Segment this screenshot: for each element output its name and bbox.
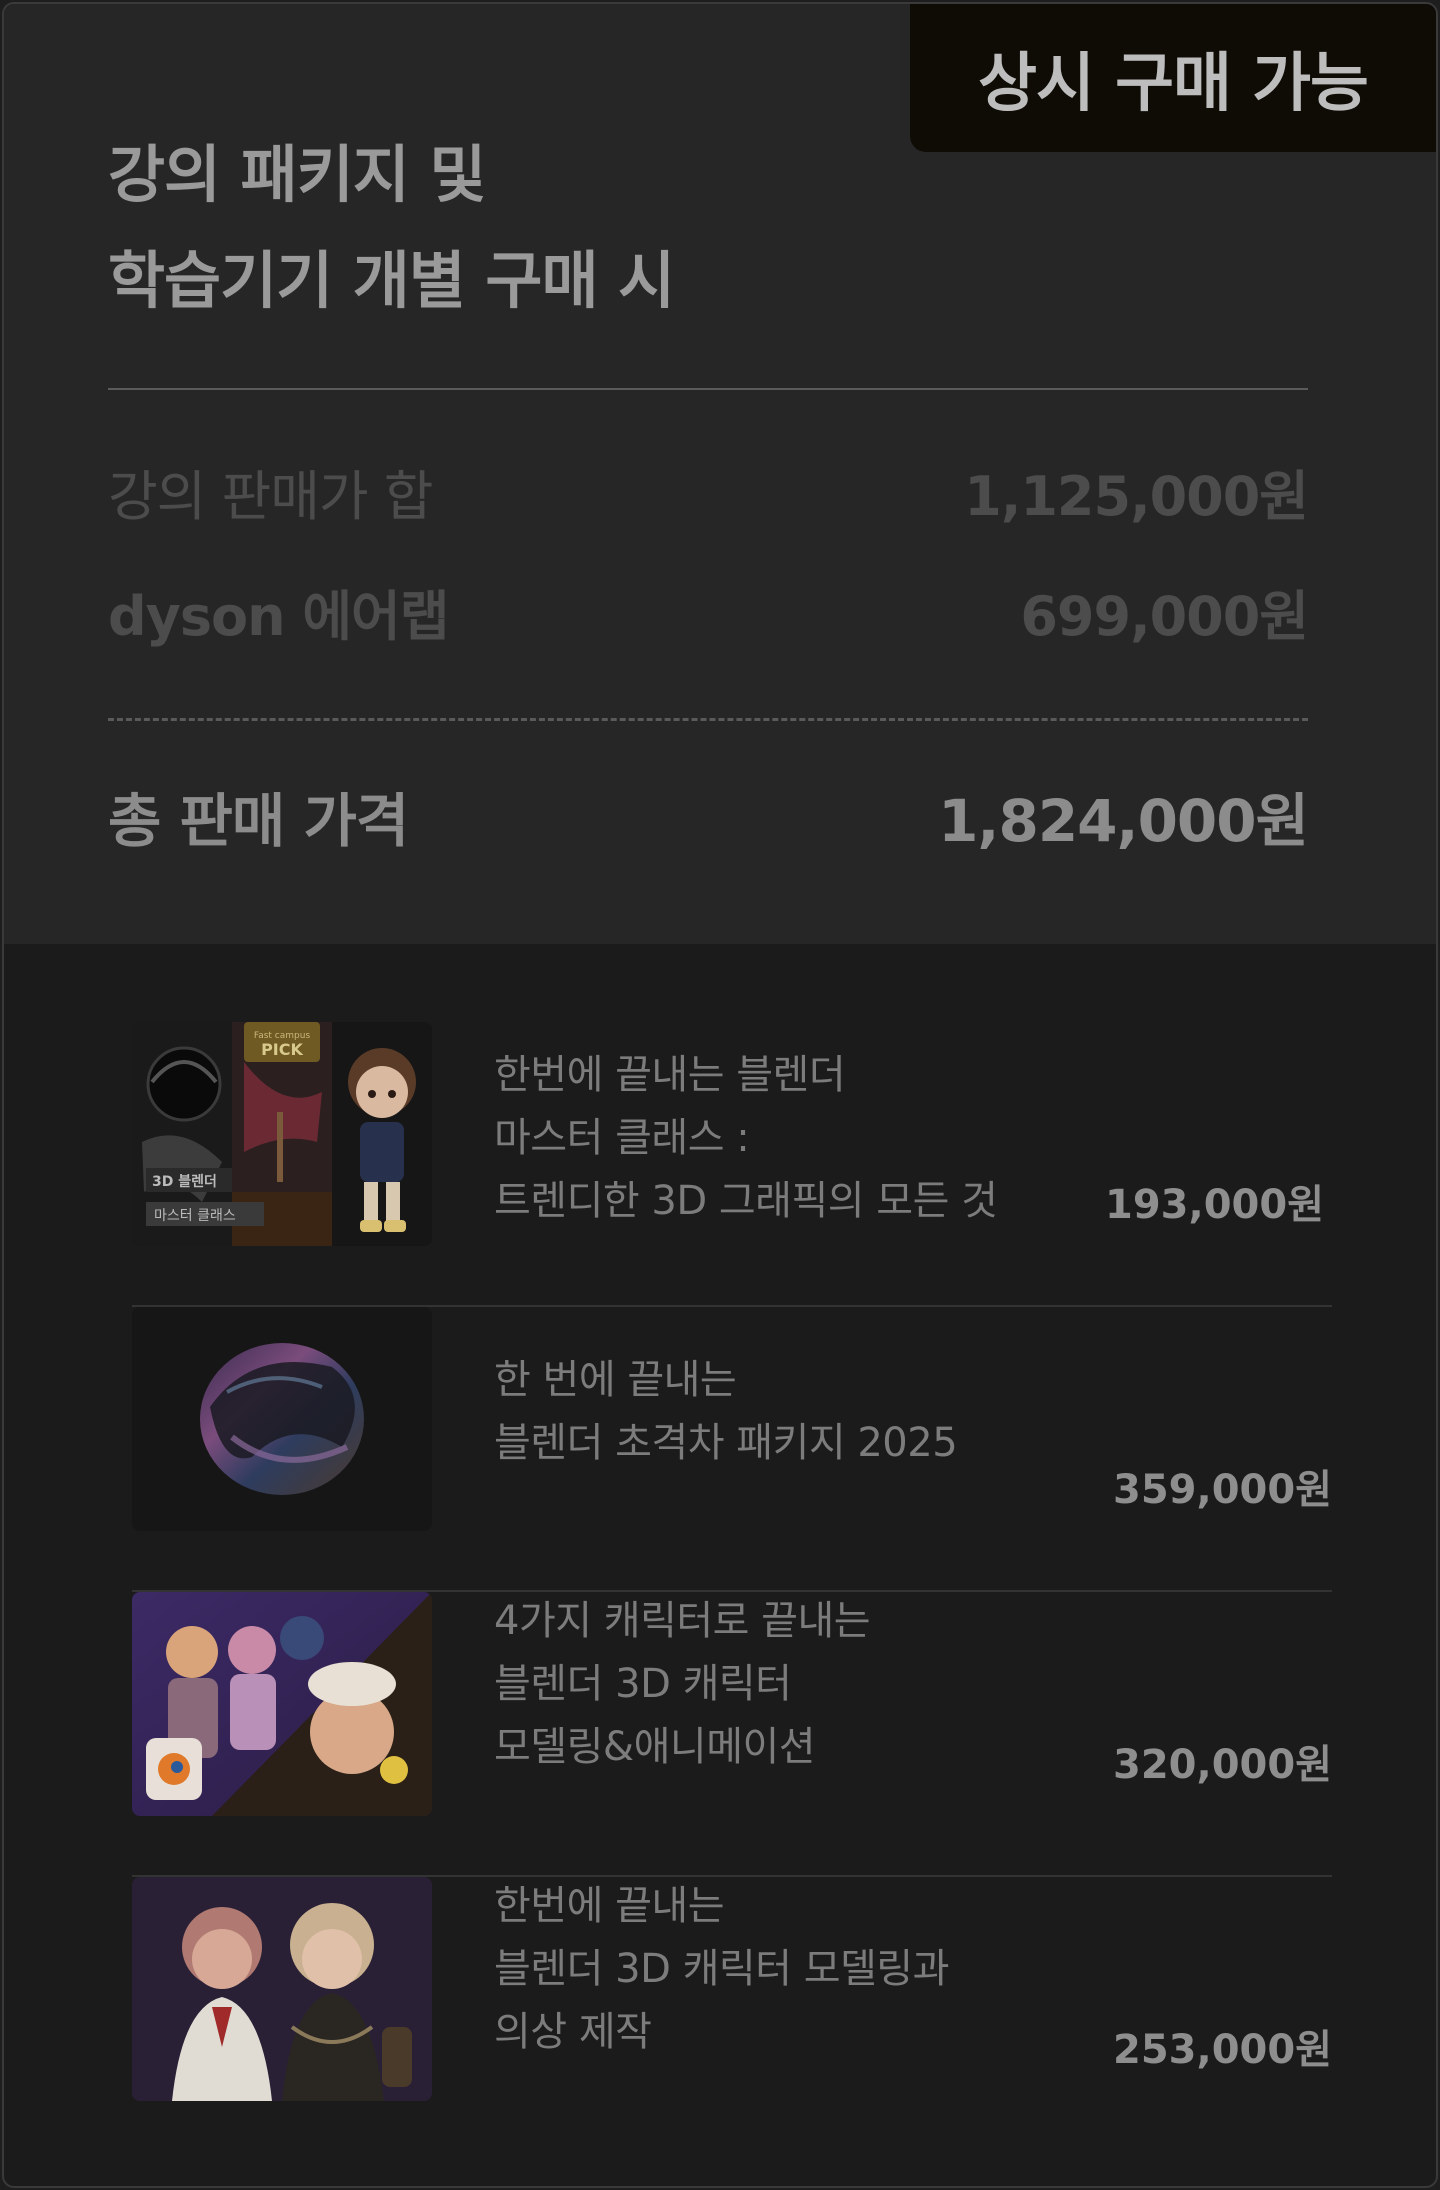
price-comparison-card: 상시 구매 가능 강의 패키지 및 학습기기 개별 구매 시 강의 판매가 합 … — [2, 2, 1438, 2188]
course-title-line: 마스터 클래스 : — [494, 1115, 750, 1161]
divider — [108, 388, 1308, 390]
course-price: 320,000원 — [1113, 1742, 1332, 1788]
section-heading: 강의 패키지 및 학습기기 개별 구매 시 — [108, 122, 675, 334]
course-title-line: 의상 제작 — [494, 2009, 652, 2055]
summary-price: 699,000원 — [1020, 585, 1309, 648]
course-price: 359,000원 — [1113, 1467, 1332, 1513]
summary-row-device: dyson 에어랩 699,000원 — [108, 572, 1309, 651]
summary-label: 강의 판매가 합 — [108, 465, 433, 528]
course-thumbnail — [132, 1307, 432, 1531]
total-row: 총 판매 가격 1,824,000원 — [108, 774, 1309, 858]
summary-row-lectures: 강의 판매가 합 1,125,000원 — [108, 452, 1309, 531]
summary-label: dyson 에어랩 — [108, 585, 449, 648]
course-thumbnail — [132, 1877, 432, 2101]
course-title-line: 트렌디한 3D 그래픽의 모든 것 — [494, 1178, 998, 1224]
course-title: 한번에 끝내는 블렌더 3D 캐릭터 모델링과 의상 제작 — [494, 1875, 1054, 2064]
course-title-line: 한 번에 끝내는 — [494, 1357, 737, 1403]
course-title: 한 번에 끝내는 블렌더 초격차 패키지 2025 — [494, 1349, 1054, 1475]
course-item[interactable]: 한번에 끝내는 블렌더 3D 캐릭터 모델링과 의상 제작 253,000원 — [132, 1877, 1332, 2162]
course-price: 253,000원 — [1113, 2027, 1332, 2073]
course-title: 4가지 캐릭터로 끝내는 블렌더 3D 캐릭터 모델링&애니메이션 — [494, 1590, 1054, 1779]
course-item[interactable]: Fast campus PICK 3D 블렌더 마스터 클래스 한번에 끝내는 … — [132, 1022, 1332, 1307]
course-title-line: 블렌더 3D 캐릭터 — [494, 1661, 792, 1707]
summary-price: 1,125,000원 — [964, 465, 1309, 528]
course-item[interactable]: 한 번에 끝내는 블렌더 초격차 패키지 2025 359,000원 — [132, 1307, 1332, 1592]
total-label: 총 판매 가격 — [108, 787, 409, 855]
character-costume-thumbnail-image — [132, 1877, 432, 2101]
course-title-line: 한번에 끝내는 — [494, 1883, 725, 1929]
course-price: 193,000원 — [1105, 1182, 1324, 1228]
heading-line-1: 강의 패키지 및 — [108, 138, 486, 211]
pick-text: PICK — [261, 1040, 303, 1059]
course-list: Fast campus PICK 3D 블렌더 마스터 클래스 한번에 끝내는 … — [132, 1022, 1332, 2162]
total-price: 1,824,000원 — [938, 787, 1309, 855]
thumb-tag-2: 마스터 클래스 — [154, 1208, 236, 1224]
course-title: 한번에 끝내는 블렌더 마스터 클래스 : 트렌디한 3D 그래픽의 모든 것 — [494, 1044, 1054, 1233]
thumb-tag-1: 3D 블렌더 — [152, 1173, 217, 1190]
dashed-divider — [108, 718, 1308, 721]
price-summary-section: 상시 구매 가능 강의 패키지 및 학습기기 개별 구매 시 강의 판매가 합 … — [4, 4, 1436, 944]
blender-package-thumbnail-image — [132, 1307, 432, 1531]
course-title-line: 한번에 끝내는 블렌더 — [494, 1052, 846, 1098]
course-title-line: 4가지 캐릭터로 끝내는 — [494, 1598, 871, 1644]
blender-master-thumbnail-image: Fast campus PICK 3D 블렌더 마스터 클래스 — [132, 1022, 432, 1246]
character-modeling-thumbnail-image — [132, 1592, 432, 1816]
availability-badge: 상시 구매 가능 — [910, 4, 1436, 152]
course-title-line: 모델링&애니메이션 — [494, 1724, 816, 1770]
heading-line-2: 학습기기 개별 구매 시 — [108, 244, 675, 317]
course-item[interactable]: 4가지 캐릭터로 끝내는 블렌더 3D 캐릭터 모델링&애니메이션 320,00… — [132, 1592, 1332, 1877]
course-thumbnail: Fast campus PICK 3D 블렌더 마스터 클래스 — [132, 1022, 432, 1246]
course-title-line: 블렌더 초격차 패키지 2025 — [494, 1420, 958, 1466]
course-thumbnail — [132, 1592, 432, 1816]
course-title-line: 블렌더 3D 캐릭터 모델링과 — [494, 1946, 949, 1992]
